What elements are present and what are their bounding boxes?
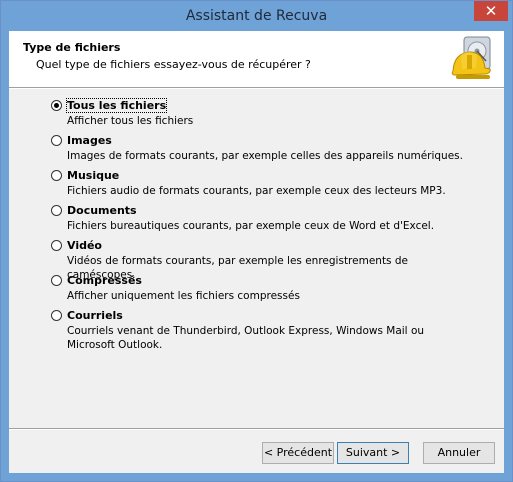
radio-images[interactable] [51,135,62,146]
header-divider-highlight [9,88,504,89]
window-title: Assistant de Recuva [185,8,328,24]
next-button[interactable]: Suivant > [337,442,409,464]
radio-video[interactable] [51,240,62,251]
option-label: Images [67,134,112,147]
radio-emails[interactable] [51,310,62,321]
option-documents[interactable]: Documents Fichiers bureautiques courants… [51,204,491,236]
option-label: Courriels [67,309,123,322]
radio-music[interactable] [51,170,62,181]
option-label: Compressés [67,274,142,287]
wizard-header: Type de fichiers Quel type de fichiers e… [9,31,504,87]
close-icon: ✕ [484,2,498,20]
option-compressed[interactable]: Compressés Afficher uniquement les fichi… [51,274,491,306]
option-all-files[interactable]: Tous les fichiers Afficher tous les fich… [51,98,491,131]
close-button[interactable]: ✕ [474,1,508,21]
cancel-button[interactable]: Annuler [423,442,495,464]
radio-all-files[interactable] [51,100,62,111]
option-description: Images de formats courants, par exemple … [67,150,463,162]
back-button[interactable]: < Précédent [262,442,334,464]
option-label: Documents [67,204,137,217]
option-label: Vidéo [67,239,102,252]
option-description: Afficher tous les fichiers [67,115,194,127]
option-description: Fichiers bureautiques courants, par exem… [67,220,435,232]
option-description: Fichiers audio de formats courants, par … [67,185,446,197]
option-images[interactable]: Images Images de formats courants, par e… [51,134,491,166]
option-emails[interactable]: Courriels Courriels venant de Thunderbir… [51,309,491,355]
option-label: Tous les fichiers [65,98,168,113]
radio-documents[interactable] [51,205,62,216]
page-title: Type de fichiers [23,41,121,54]
footer-divider-highlight [9,429,504,430]
option-label: Musique [67,169,120,182]
option-video[interactable]: Vidéo Vidéos de formats courants, par ex… [51,239,491,281]
title-bar[interactable]: Assistant de Recuva ✕ [1,1,512,31]
radio-compressed[interactable] [51,275,62,286]
wizard-body: Type de fichiers Quel type de fichiers e… [9,31,504,473]
recuva-hardhat-disk-icon [451,36,491,79]
page-subtitle: Quel type de fichiers essayez-vous de ré… [36,58,311,71]
option-description: Courriels venant de Thunderbird, Outlook… [67,325,425,351]
option-music[interactable]: Musique Fichiers audio de formats couran… [51,169,491,201]
option-description: Afficher uniquement les fichiers compres… [67,290,300,302]
recuva-wizard-window: Assistant de Recuva ✕ Type de fichiers Q… [0,0,513,482]
